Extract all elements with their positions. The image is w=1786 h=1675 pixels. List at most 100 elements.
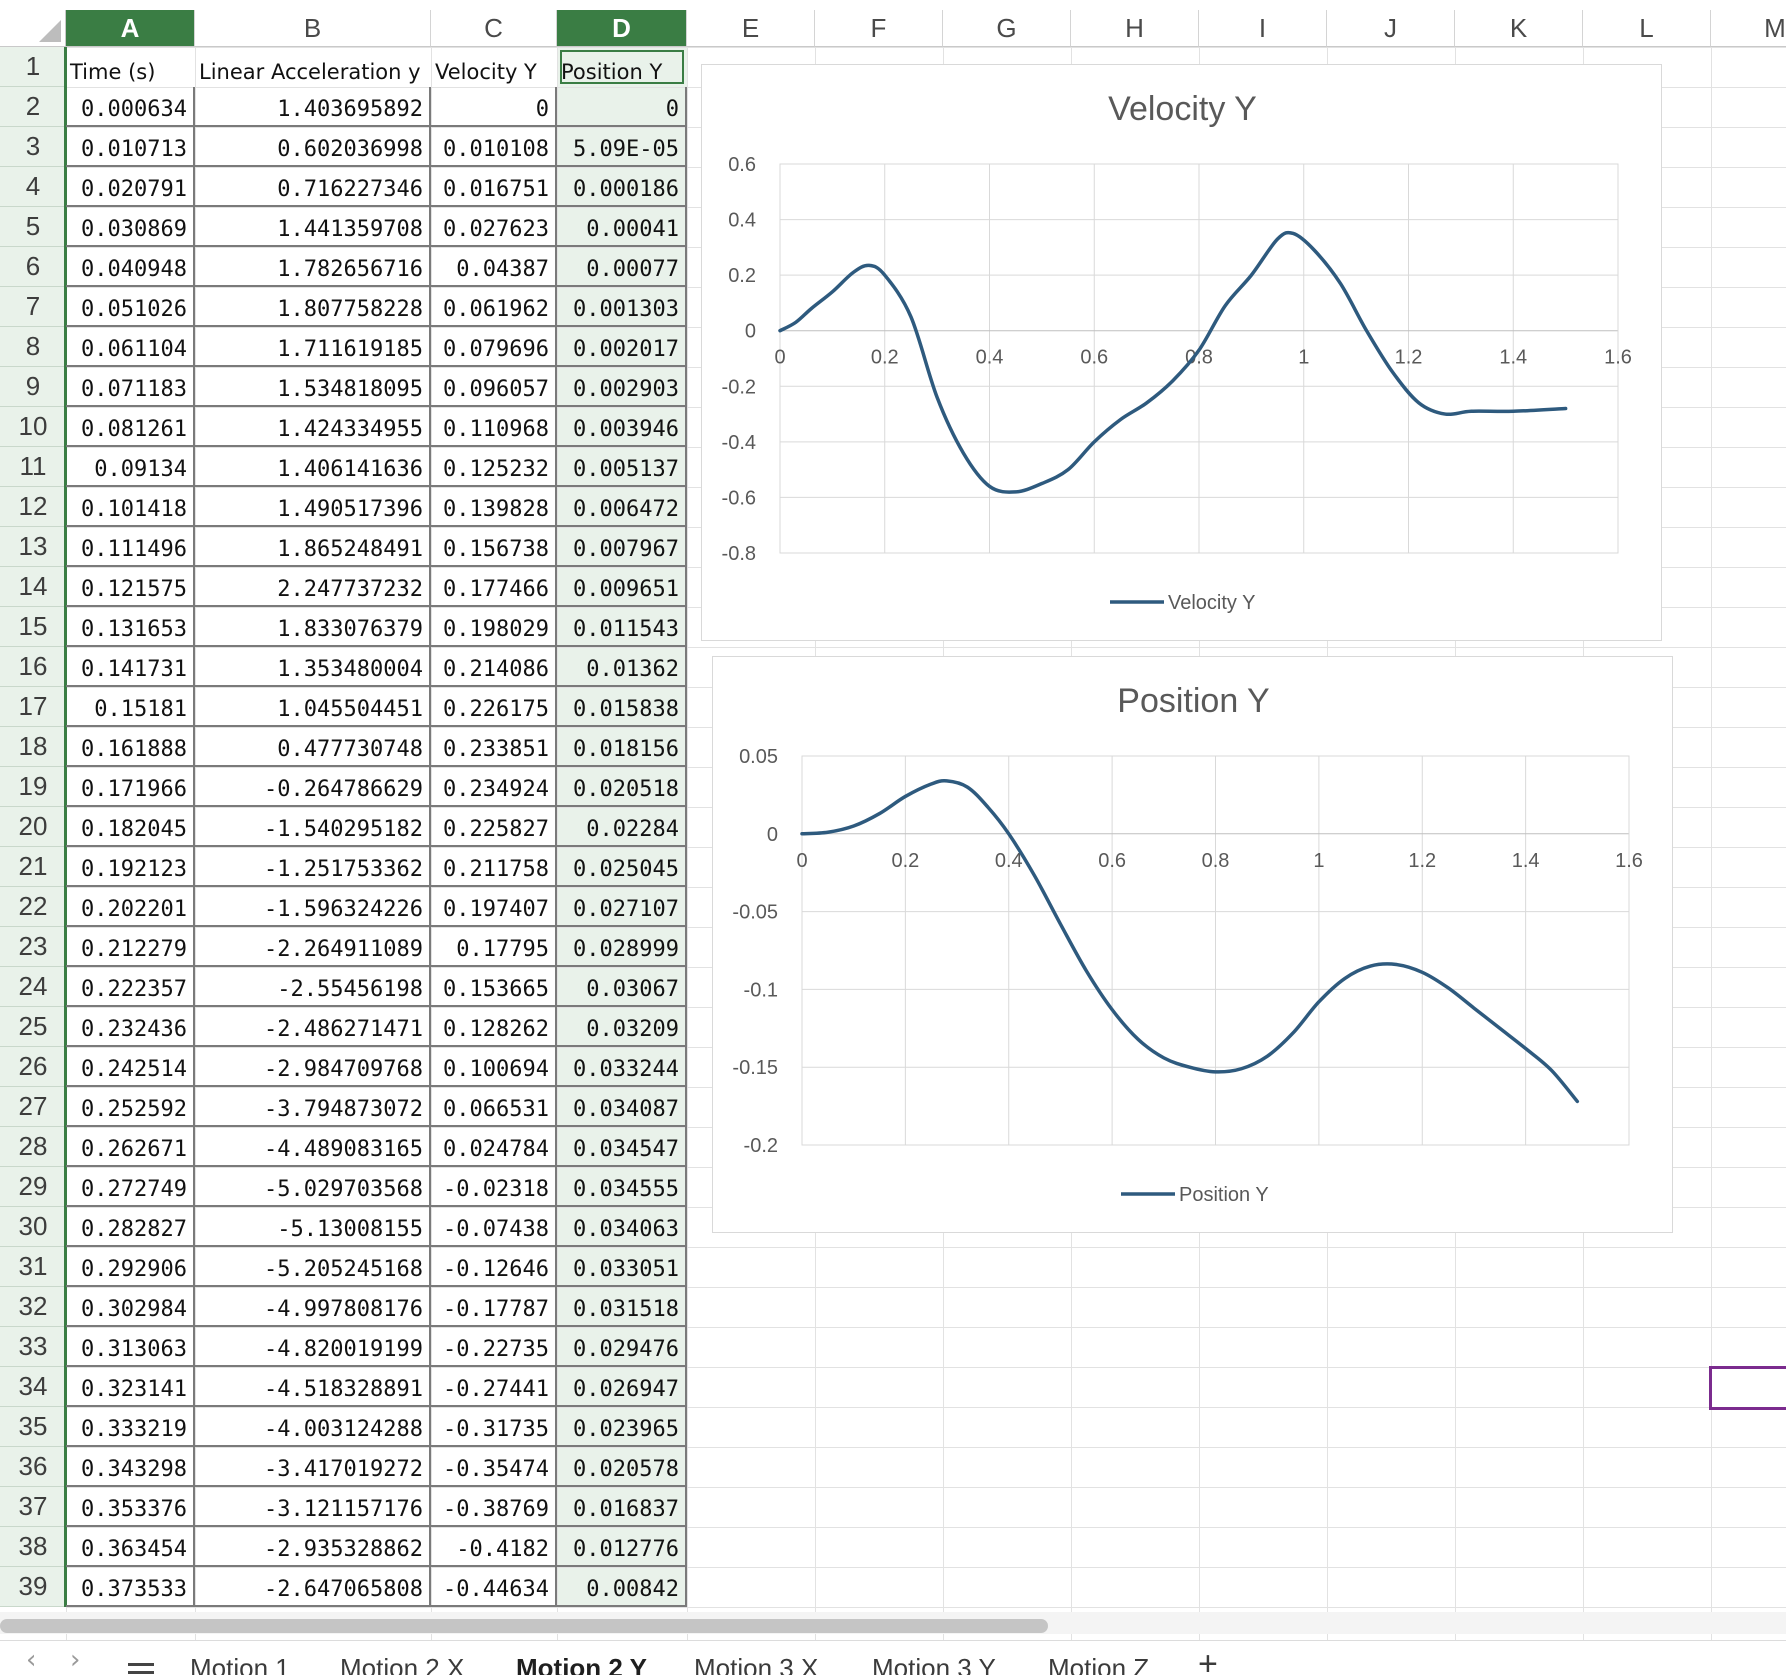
row-header-29[interactable]: 29 — [0, 1167, 66, 1207]
table-cell[interactable]: 0.012776 — [557, 1527, 687, 1567]
column-header-m[interactable]: M — [1711, 10, 1786, 47]
row-header-26[interactable]: 26 — [0, 1047, 66, 1087]
table-cell[interactable]: 0.233851 — [431, 727, 557, 767]
table-cell[interactable]: 0.211758 — [431, 847, 557, 887]
table-cell[interactable]: 0.716227346 — [195, 167, 431, 207]
tab-motion-3-x[interactable]: Motion 3 X — [694, 1653, 818, 1675]
row-header-17[interactable]: 17 — [0, 687, 66, 727]
table-cell[interactable]: 0.177466 — [431, 567, 557, 607]
table-cell[interactable]: 0.034087 — [557, 1087, 687, 1127]
table-cell[interactable]: 0.034063 — [557, 1207, 687, 1247]
table-cell[interactable]: 0.016751 — [431, 167, 557, 207]
table-cell[interactable]: -0.44634 — [431, 1567, 557, 1607]
table-cell[interactable]: -2.935328862 — [195, 1527, 431, 1567]
table-cell[interactable]: 0.040948 — [66, 247, 195, 287]
table-cell[interactable]: 0.096057 — [431, 367, 557, 407]
table-cell[interactable]: -1.540295182 — [195, 807, 431, 847]
table-cell[interactable]: 0.182045 — [66, 807, 195, 847]
table-cell[interactable]: 0.020578 — [557, 1447, 687, 1487]
table-cell[interactable]: 0.009651 — [557, 567, 687, 607]
tab-motion-2-x[interactable]: Motion 2 X — [340, 1653, 464, 1675]
table-cell[interactable]: 0.15181 — [66, 687, 195, 727]
table-cell[interactable]: -0.38769 — [431, 1487, 557, 1527]
add-sheet-icon[interactable]: + — [1198, 1645, 1218, 1675]
table-cell[interactable]: -4.518328891 — [195, 1367, 431, 1407]
table-cell[interactable]: 0.00041 — [557, 207, 687, 247]
tab-motion-z[interactable]: Motion Z — [1048, 1653, 1149, 1675]
table-cell[interactable]: 0.110968 — [431, 407, 557, 447]
table-cell[interactable]: 0.333219 — [66, 1407, 195, 1447]
row-header-19[interactable]: 19 — [0, 767, 66, 807]
table-cell[interactable]: 1.782656716 — [195, 247, 431, 287]
table-cell[interactable]: 0.066531 — [431, 1087, 557, 1127]
row-header-37[interactable]: 37 — [0, 1487, 66, 1527]
table-cell[interactable]: 0.121575 — [66, 567, 195, 607]
table-cell[interactable]: 0.071183 — [66, 367, 195, 407]
table-cell[interactable]: 0 — [557, 87, 687, 127]
next-sheet-icon[interactable]: › — [70, 1645, 80, 1675]
table-cell[interactable]: 0.026947 — [557, 1367, 687, 1407]
row-header-1[interactable]: 1 — [0, 47, 66, 87]
header-cell-a[interactable]: Time (s) — [66, 47, 195, 87]
table-cell[interactable]: -1.251753362 — [195, 847, 431, 887]
table-cell[interactable]: 0.051026 — [66, 287, 195, 327]
table-cell[interactable]: 0.141731 — [66, 647, 195, 687]
table-cell[interactable]: 0.17795 — [431, 927, 557, 967]
table-cell[interactable]: 0.226175 — [431, 687, 557, 727]
row-header-31[interactable]: 31 — [0, 1247, 66, 1287]
table-cell[interactable]: 1.403695892 — [195, 87, 431, 127]
table-cell[interactable]: 1.424334955 — [195, 407, 431, 447]
table-cell[interactable]: 0.234924 — [431, 767, 557, 807]
row-header-22[interactable]: 22 — [0, 887, 66, 927]
row-header-20[interactable]: 20 — [0, 807, 66, 847]
table-cell[interactable]: -2.647065808 — [195, 1567, 431, 1607]
table-cell[interactable]: 0.00842 — [557, 1567, 687, 1607]
sheet-list-menu-icon[interactable] — [128, 1663, 154, 1675]
table-cell[interactable]: -5.029703568 — [195, 1167, 431, 1207]
table-cell[interactable]: 0.061104 — [66, 327, 195, 367]
tab-motion-1[interactable]: Motion 1 — [190, 1653, 290, 1675]
row-header-13[interactable]: 13 — [0, 527, 66, 567]
table-cell[interactable]: 0.018156 — [557, 727, 687, 767]
row-header-5[interactable]: 5 — [0, 207, 66, 247]
table-cell[interactable]: 0.000186 — [557, 167, 687, 207]
table-cell[interactable]: 0.03067 — [557, 967, 687, 1007]
table-cell[interactable]: 1.353480004 — [195, 647, 431, 687]
table-cell[interactable]: 1.490517396 — [195, 487, 431, 527]
table-cell[interactable]: 0.003946 — [557, 407, 687, 447]
table-cell[interactable]: 0.020518 — [557, 767, 687, 807]
table-cell[interactable]: 0.034547 — [557, 1127, 687, 1167]
table-cell[interactable]: 0.031518 — [557, 1287, 687, 1327]
table-cell[interactable]: 0.192123 — [66, 847, 195, 887]
row-header-34[interactable]: 34 — [0, 1367, 66, 1407]
table-cell[interactable]: 1.833076379 — [195, 607, 431, 647]
table-cell[interactable]: 0 — [431, 87, 557, 127]
table-cell[interactable]: 0.024784 — [431, 1127, 557, 1167]
table-cell[interactable]: -2.264911089 — [195, 927, 431, 967]
table-cell[interactable]: 0.034555 — [557, 1167, 687, 1207]
table-cell[interactable]: 0.015838 — [557, 687, 687, 727]
tab-motion-2-y[interactable]: Motion 2 Y — [516, 1653, 647, 1675]
table-cell[interactable]: 0.007967 — [557, 527, 687, 567]
select-all-corner[interactable] — [0, 10, 66, 47]
table-cell[interactable]: 0.252592 — [66, 1087, 195, 1127]
table-cell[interactable]: 0.477730748 — [195, 727, 431, 767]
table-cell[interactable]: -0.31735 — [431, 1407, 557, 1447]
row-header-4[interactable]: 4 — [0, 167, 66, 207]
velocity-y-chart[interactable]: Velocity Y 0.6 0.4 0.2 0 -0.2 -0.4 -0.6 -0.8 0 0.2… — [701, 64, 1662, 641]
row-header-18[interactable]: 18 — [0, 727, 66, 767]
table-cell[interactable]: 0.006472 — [557, 487, 687, 527]
row-header-35[interactable]: 35 — [0, 1407, 66, 1447]
table-cell[interactable]: -3.417019272 — [195, 1447, 431, 1487]
table-cell[interactable]: 0.161888 — [66, 727, 195, 767]
table-cell[interactable]: 5.09E-05 — [557, 127, 687, 167]
row-header-25[interactable]: 25 — [0, 1007, 66, 1047]
table-cell[interactable]: 0.282827 — [66, 1207, 195, 1247]
table-cell[interactable]: 0.131653 — [66, 607, 195, 647]
table-cell[interactable]: 0.198029 — [431, 607, 557, 647]
table-cell[interactable]: 0.025045 — [557, 847, 687, 887]
table-cell[interactable]: 0.128262 — [431, 1007, 557, 1047]
table-cell[interactable]: 0.262671 — [66, 1127, 195, 1167]
column-header-d[interactable]: D — [557, 10, 687, 47]
table-cell[interactable]: 1.441359708 — [195, 207, 431, 247]
